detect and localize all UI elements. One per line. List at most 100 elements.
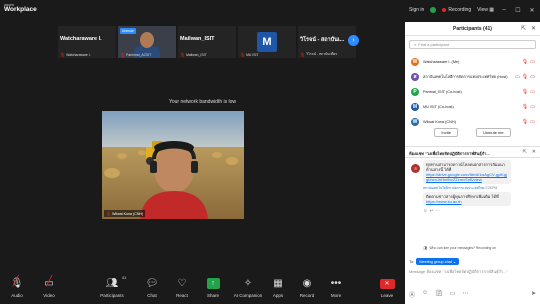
video-off-icon: ▭ xyxy=(530,74,535,80)
react-button[interactable]: ♡ React xyxy=(167,277,197,298)
participant-row[interactable]: W Wilwat Kuna (CNH) 🎙︎ ▭ xyxy=(405,114,540,129)
leave-button[interactable]: ✕ Leave xyxy=(372,277,402,298)
message-text: ทุกท่านสามารถดาวน์โหลดเอกสารการสัมมนาด้า… xyxy=(426,162,506,172)
mic-muted-icon: 🎙︎ xyxy=(521,74,529,80)
ai-companion-button[interactable]: ✧ AI Companion xyxy=(233,277,263,298)
screenshot-icon[interactable]: ▭ xyxy=(450,290,456,299)
unmute-badge[interactable]: Unmute xyxy=(120,28,136,34)
who-can-see[interactable]: 👥︎ Who can see your messages? Recording o… xyxy=(423,246,496,250)
video-off-icon: ▭ xyxy=(530,89,535,95)
message-reactions: ☺ ↩ ⋯ xyxy=(423,208,540,214)
view-menu[interactable]: View ▦ xyxy=(477,7,494,13)
chat-input[interactable]: Message ห้องแชท "วงเพื่อไทยจัดปฏิบัติการ… xyxy=(409,268,536,275)
participant-tile[interactable]: Unmute 🎙︎ Parinmal_ACSIT xyxy=(118,26,176,58)
more-button[interactable]: ••• More xyxy=(321,277,351,298)
popout-icon[interactable]: ⇱ xyxy=(523,149,527,155)
popout-icon[interactable]: ⇱ xyxy=(521,25,526,32)
react-label: React xyxy=(176,293,188,298)
participants-label: Participants xyxy=(100,293,124,298)
speaker-name-label: 🎙︎ Wilwat Kuna (CNH) xyxy=(104,210,146,217)
chat-icon: 💬︎ xyxy=(145,278,159,289)
zoom-logo: zoom Workplace xyxy=(4,3,37,14)
mic-muted-icon: 🎙︎ xyxy=(521,59,529,65)
invite-button[interactable]: Invite xyxy=(434,128,458,137)
record-icon: ◉ xyxy=(302,278,312,289)
participants-button[interactable]: 👥︎ 41 Participants xyxy=(97,275,127,298)
participants-title: Participants (41) xyxy=(453,26,492,32)
participant-row[interactable]: W Watcharaware I. (Me) 🎙︎ ▭ xyxy=(405,54,540,69)
more-icon[interactable]: ⋯ xyxy=(435,208,440,214)
record-dot-icon xyxy=(442,8,447,12)
maximize-icon[interactable]: ☐ xyxy=(514,6,522,14)
message-link[interactable]: https://www.ku.ac.th xyxy=(426,199,462,204)
to-label: To: xyxy=(409,259,415,264)
close-chat-icon[interactable]: ✕ xyxy=(532,149,536,155)
participant-tile[interactable]: Mailwan_ISIT 🎙︎ Mailwan_ISIT xyxy=(178,26,236,58)
close-panel-icon[interactable]: ✕ xyxy=(531,25,536,32)
participant-row[interactable]: M MU ISIT (Co-host) 🎙︎ ▭ xyxy=(405,99,540,114)
sign-in-link[interactable]: Sign in xyxy=(409,7,424,13)
mic-muted-icon: 🎙︎ ╱ xyxy=(10,276,24,289)
close-icon[interactable]: ✕ xyxy=(528,6,536,14)
video-off-icon: ▭ ╱ xyxy=(44,276,54,289)
reply-icon[interactable]: ↩ xyxy=(430,208,434,214)
emoji-icon[interactable]: ☺ xyxy=(423,208,428,214)
tile-label: MU ISIT xyxy=(246,52,259,57)
avatar: P xyxy=(411,87,419,96)
mu-logo: M xyxy=(257,32,277,52)
share-button[interactable]: ↑ Share xyxy=(198,277,228,298)
participant-row[interactable]: ส สถาบันเทคโนโลยีการจัดการแห่งประเทศไทย … xyxy=(405,69,540,84)
speaker-name: Wilwat Kuna (CNH) xyxy=(112,211,144,216)
video-off-icon: ▭ xyxy=(530,119,535,125)
video-off-icon: ▭ xyxy=(530,104,535,110)
mic-muted-icon: 🎙︎ xyxy=(521,104,529,110)
security-shield-icon[interactable] xyxy=(430,7,437,13)
brand-name: Workplace xyxy=(4,6,37,13)
participant-count: 41 xyxy=(121,275,127,280)
tile-name: Watcharaware I. xyxy=(60,36,102,42)
audio-button[interactable]: 🎙︎ ╱ Audio xyxy=(2,276,32,298)
meta-sender: สถาบันเทคโนโลยีการจัดการแห่งประเทศไทย xyxy=(423,186,485,190)
chat-button[interactable]: 💬︎ Chat xyxy=(137,277,167,298)
recording-indicator[interactable]: Recording xyxy=(442,7,471,13)
file-icon[interactable]: 📄︎ xyxy=(435,290,443,299)
emoji-icon[interactable]: ☺ xyxy=(422,290,428,299)
bandwidth-notice: Your network bandwidth is low xyxy=(168,99,237,105)
recipient-dropdown[interactable]: Meeting group chat ⌄ xyxy=(416,258,460,265)
participant-name: สถาบันเทคโนโลยีการจัดการแห่งประเทศไทย (H… xyxy=(423,74,508,79)
more-icon[interactable]: ⋯ xyxy=(462,290,468,299)
zoom-window: zoom Workplace Sign in Recording View ▦ … xyxy=(0,0,540,304)
leave-icon: ✕ xyxy=(379,278,395,289)
send-icon[interactable]: ➤ xyxy=(531,290,536,299)
find-participant-input[interactable]: ⌕ Find a participant xyxy=(409,40,536,49)
tile-label: Parinmal_ACSIT xyxy=(126,52,152,57)
active-speaker-video[interactable]: 🎙︎ Wilwat Kuna (CNH) xyxy=(102,111,244,219)
chat-title: ห้องแชท "วงเพื่อไทยจัดปฏิบัติการกาฬสินธุ… xyxy=(409,151,490,156)
unmute-me-button[interactable]: Unmute me xyxy=(475,128,511,137)
video-button[interactable]: ▭ ╱ Video xyxy=(34,276,64,298)
chat-label: Chat xyxy=(147,293,157,298)
side-panel: Participants (41) ⇱ ✕ ⌕ Find a participa… xyxy=(405,22,540,304)
record-label: Record xyxy=(299,293,315,298)
tile-name: Mailwan_ISIT xyxy=(180,36,215,42)
participant-tile[interactable]: Watcharaware I. 🎙︎ Watcharaware I. xyxy=(58,26,116,58)
apps-label: Apps xyxy=(272,293,284,298)
mic-muted-icon: 🎙︎ xyxy=(521,89,529,95)
ai-companion-label: AI Companion xyxy=(233,293,263,298)
apps-button[interactable]: ▦ Apps xyxy=(263,277,293,298)
participant-tile[interactable]: M 🎙︎ MU ISIT xyxy=(238,26,296,58)
tile-name: วิโรจน์ - สถาบันเ... xyxy=(300,37,345,43)
mic-muted-icon: 🎙︎ xyxy=(180,52,186,57)
tile-label: Mailwan_ISIT xyxy=(186,52,207,57)
minimize-icon[interactable]: – xyxy=(500,6,508,14)
message-link[interactable]: https://drive.google.com/file/d/1wAgCV-g… xyxy=(426,172,507,182)
who-can-see-text: Who can see your messages? Recording on xyxy=(429,246,497,250)
recipient-value: Meeting group chat xyxy=(419,260,452,264)
next-page-arrow-icon[interactable]: › xyxy=(348,35,359,46)
video-off-icon: ▭ xyxy=(530,59,535,65)
record-button[interactable]: ◉ Record xyxy=(292,277,322,298)
chat-tools: Ⓐ ☺ 📄︎ ▭ ⋯ ➤ xyxy=(409,290,536,299)
title-bar: zoom Workplace Sign in Recording View ▦ … xyxy=(0,0,540,22)
format-icon[interactable]: Ⓐ xyxy=(409,290,415,299)
participant-row[interactable]: P Parimal_ISIT (Co-host) 🎙︎ ▭ xyxy=(405,84,540,99)
